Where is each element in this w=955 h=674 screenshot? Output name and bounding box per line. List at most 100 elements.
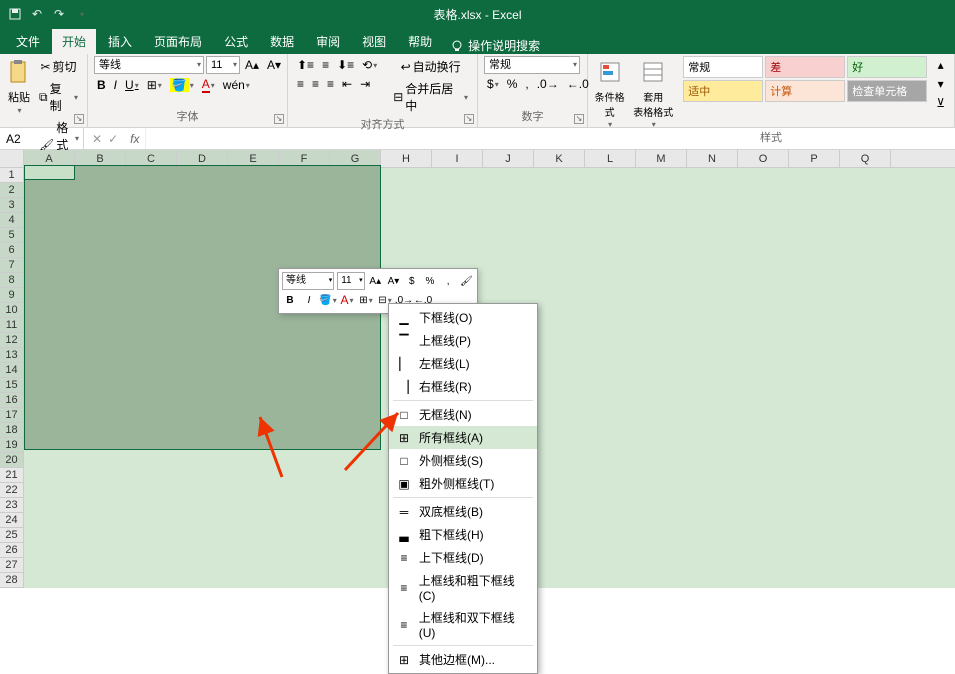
- column-header[interactable]: M: [636, 150, 687, 167]
- align-top-icon[interactable]: ⬆≡: [294, 56, 317, 74]
- enter-formula-icon[interactable]: ✓: [108, 132, 118, 146]
- align-bottom-icon[interactable]: ⬇≡: [334, 56, 357, 74]
- row-header[interactable]: 1: [0, 168, 24, 183]
- row-header[interactable]: 19: [0, 438, 24, 453]
- align-right-icon[interactable]: ≡: [324, 75, 337, 93]
- row-header[interactable]: 5: [0, 228, 24, 243]
- tell-me-search[interactable]: 操作说明搜索: [450, 37, 540, 54]
- menu-thick-bottom[interactable]: ▃粗下框线(H): [389, 523, 537, 546]
- row-header[interactable]: 24: [0, 513, 24, 528]
- copy-button[interactable]: ⧉复制▾: [36, 78, 81, 116]
- tab-layout[interactable]: 页面布局: [144, 29, 212, 54]
- mini-decrease-font-icon[interactable]: A▾: [386, 273, 401, 289]
- mini-comma-icon[interactable]: ,: [441, 273, 456, 289]
- mini-fill-icon[interactable]: 🪣▾: [320, 292, 336, 308]
- increase-indent-icon[interactable]: ⇥: [357, 75, 373, 93]
- percent-icon[interactable]: %: [504, 75, 521, 93]
- menu-top-thick-bottom[interactable]: ≡上框线和粗下框线(C): [389, 569, 537, 606]
- column-header[interactable]: K: [534, 150, 585, 167]
- format-as-table-icon[interactable]: [640, 56, 666, 88]
- mini-format-painter-icon[interactable]: 🖌: [459, 273, 474, 289]
- style-bad[interactable]: 差: [765, 56, 845, 78]
- tab-data[interactable]: 数据: [260, 29, 304, 54]
- orientation-icon[interactable]: ⟲▾: [359, 56, 380, 74]
- mini-currency-icon[interactable]: $: [404, 273, 419, 289]
- style-calc[interactable]: 计算: [765, 80, 845, 102]
- menu-all-borders[interactable]: ⊞所有框线(A): [389, 426, 537, 449]
- row-header[interactable]: 25: [0, 528, 24, 543]
- align-left-icon[interactable]: ≡: [294, 75, 307, 93]
- style-neutral[interactable]: 适中: [683, 80, 763, 102]
- align-middle-icon[interactable]: ≡: [319, 56, 332, 74]
- merge-center-button[interactable]: ⊟合并后居中▾: [390, 78, 471, 116]
- number-format-combo[interactable]: 常规: [484, 56, 580, 74]
- menu-top-border[interactable]: ▔上框线(P): [389, 329, 537, 352]
- menu-left-border[interactable]: ▏左框线(L): [389, 352, 537, 375]
- mini-increase-font-icon[interactable]: A▴: [368, 273, 383, 289]
- row-header[interactable]: 3: [0, 198, 24, 213]
- select-all-corner[interactable]: [0, 150, 24, 167]
- decrease-font-icon[interactable]: A▾: [264, 56, 284, 74]
- undo-icon[interactable]: ↶: [30, 7, 44, 21]
- column-header[interactable]: H: [381, 150, 432, 167]
- row-header[interactable]: 12: [0, 333, 24, 348]
- tab-home[interactable]: 开始: [52, 29, 96, 54]
- row-header[interactable]: 7: [0, 258, 24, 273]
- phonetic-button[interactable]: wén▾: [220, 76, 253, 94]
- row-header[interactable]: 6: [0, 243, 24, 258]
- row-header[interactable]: 16: [0, 393, 24, 408]
- alignment-launcher[interactable]: ↘: [464, 114, 474, 124]
- mini-italic-button[interactable]: I: [301, 292, 317, 308]
- tab-formulas[interactable]: 公式: [214, 29, 258, 54]
- mini-font-combo[interactable]: 等线: [282, 272, 334, 290]
- font-launcher[interactable]: ↘: [274, 114, 284, 124]
- menu-top-dbl-bottom[interactable]: ≡上框线和双下框线(U): [389, 606, 537, 643]
- cancel-formula-icon[interactable]: ✕: [92, 132, 102, 146]
- paste-icon[interactable]: [6, 56, 32, 88]
- italic-button[interactable]: I: [111, 76, 120, 94]
- row-header[interactable]: 23: [0, 498, 24, 513]
- tab-insert[interactable]: 插入: [98, 29, 142, 54]
- row-header[interactable]: 18: [0, 423, 24, 438]
- font-size-combo[interactable]: 11: [206, 56, 240, 74]
- redo-icon[interactable]: ↷: [52, 7, 66, 21]
- decrease-indent-icon[interactable]: ⇤: [339, 75, 355, 93]
- row-header[interactable]: 21: [0, 468, 24, 483]
- increase-font-icon[interactable]: A▴: [242, 56, 262, 74]
- row-header[interactable]: 14: [0, 363, 24, 378]
- mini-border-icon[interactable]: ⊞▾: [358, 292, 374, 308]
- row-header[interactable]: 11: [0, 318, 24, 333]
- menu-no-border[interactable]: □无框线(N): [389, 403, 537, 426]
- row-header[interactable]: 8: [0, 273, 24, 288]
- row-header[interactable]: 20: [0, 453, 24, 468]
- number-launcher[interactable]: ↘: [574, 114, 584, 124]
- underline-button[interactable]: U▾: [122, 76, 142, 94]
- menu-double-bottom[interactable]: ═双底框线(B): [389, 500, 537, 523]
- font-name-combo[interactable]: 等线: [94, 56, 204, 74]
- column-header[interactable]: O: [738, 150, 789, 167]
- column-header[interactable]: P: [789, 150, 840, 167]
- increase-decimal-icon[interactable]: .0→: [534, 75, 562, 93]
- column-header[interactable]: L: [585, 150, 636, 167]
- paste-dropdown-icon[interactable]: ▾: [17, 106, 21, 115]
- row-header[interactable]: 27: [0, 558, 24, 573]
- clipboard-launcher[interactable]: ↘: [74, 114, 84, 124]
- mini-bold-button[interactable]: B: [282, 292, 298, 308]
- column-header[interactable]: Q: [840, 150, 891, 167]
- row-header[interactable]: 9: [0, 288, 24, 303]
- menu-outside-borders[interactable]: □外侧框线(S): [389, 449, 537, 472]
- menu-thick-border[interactable]: ▣粗外侧框线(T): [389, 472, 537, 495]
- font-color-button[interactable]: A▾: [199, 75, 218, 95]
- wrap-text-button[interactable]: ↩自动换行: [390, 56, 471, 77]
- column-header[interactable]: I: [432, 150, 483, 167]
- style-gallery-down-icon[interactable]: ▾: [933, 75, 948, 93]
- cut-button[interactable]: ✂剪切: [36, 56, 81, 77]
- bold-button[interactable]: B: [94, 76, 109, 94]
- row-header[interactable]: 26: [0, 543, 24, 558]
- tab-review[interactable]: 审阅: [306, 29, 350, 54]
- style-normal[interactable]: 常规: [683, 56, 763, 78]
- fx-icon[interactable]: fx: [126, 132, 139, 146]
- tab-help[interactable]: 帮助: [398, 29, 442, 54]
- conditional-format-icon[interactable]: [597, 56, 623, 88]
- style-gallery-up-icon[interactable]: ▴: [933, 56, 948, 74]
